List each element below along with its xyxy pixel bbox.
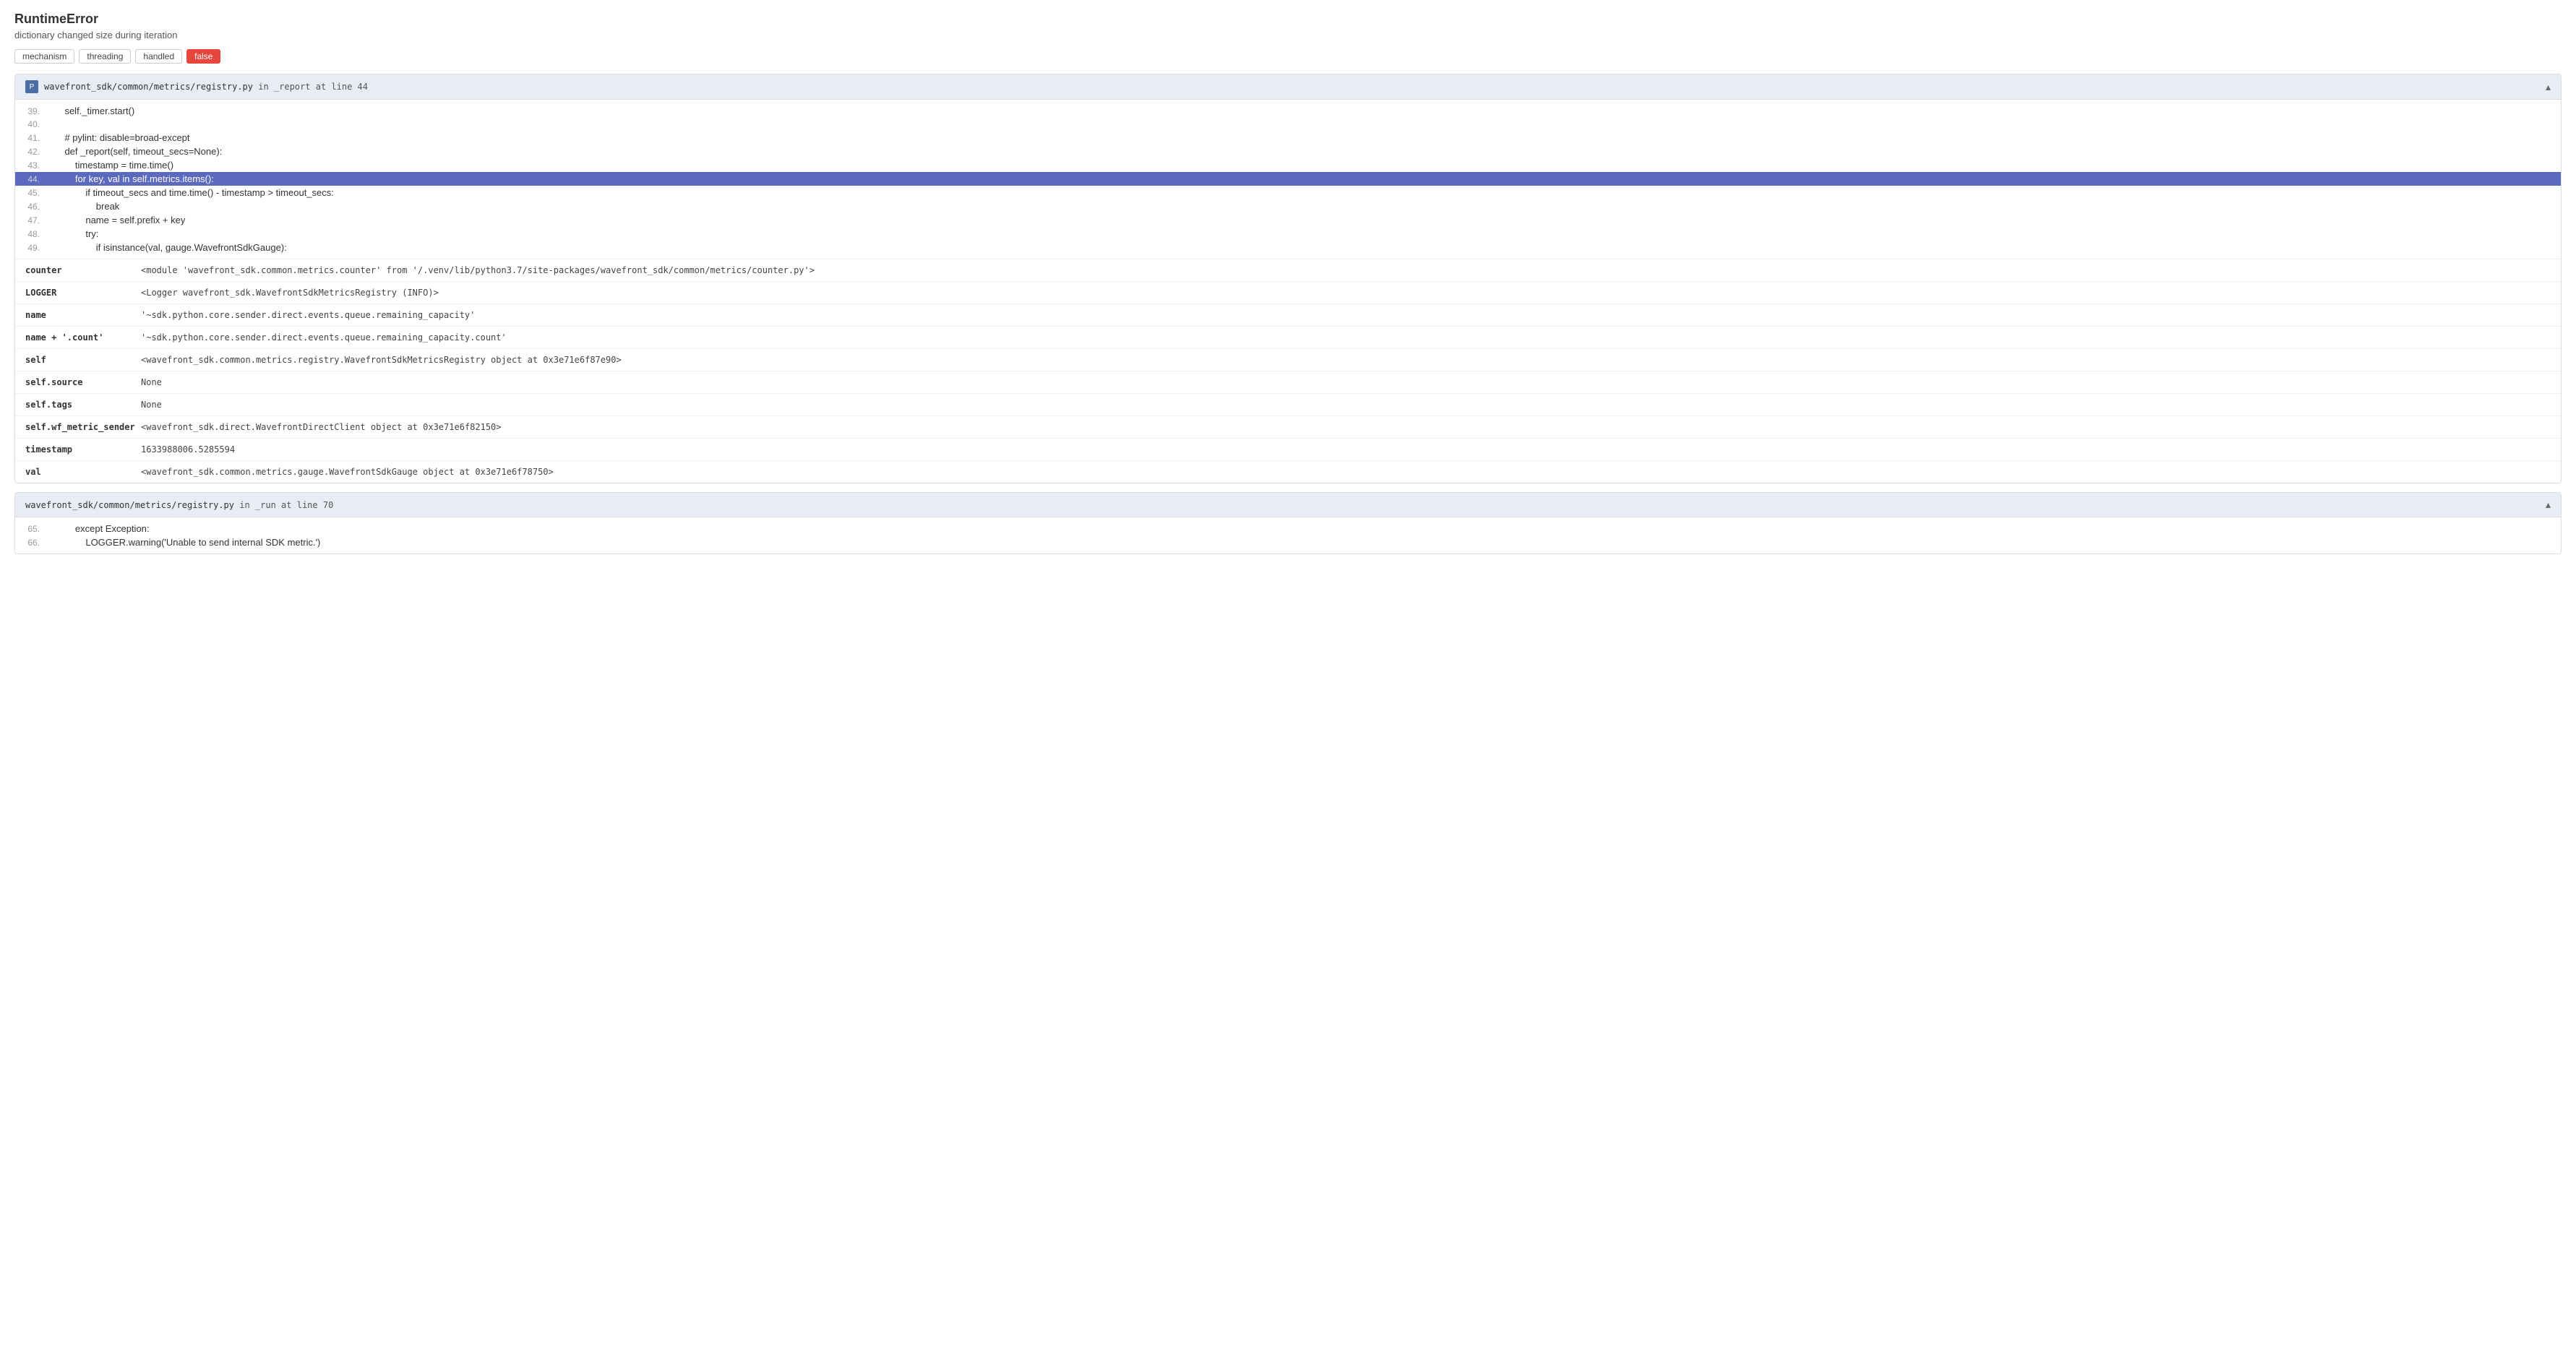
code-line: 43. timestamp = time.time()	[15, 158, 2561, 172]
var-value: <wavefront_sdk.common.metrics.gauge.Wave…	[141, 467, 554, 477]
tag-row: mechanism threading handled false	[14, 49, 2562, 64]
var-name: self.source	[25, 377, 141, 387]
var-name: val	[25, 467, 141, 477]
frame-lineno-1: 44	[358, 82, 368, 92]
frame-header-1: P wavefront_sdk/common/metrics/registry.…	[15, 74, 2561, 100]
code-line: 47. name = self.prefix + key	[15, 213, 2561, 227]
line-code: try:	[51, 228, 98, 239]
line-number: 66.	[15, 538, 51, 548]
var-row: counter<module 'wavefront_sdk.common.met…	[15, 259, 2561, 282]
var-name: name	[25, 310, 141, 320]
code-line: 65. except Exception:	[15, 522, 2561, 535]
line-number: 48.	[15, 229, 51, 239]
var-value: None	[141, 400, 162, 410]
tag-mechanism[interactable]: mechanism	[14, 49, 74, 64]
line-code: self._timer.start()	[51, 106, 134, 116]
frame-path-1: wavefront_sdk/common/metrics/registry.py…	[44, 82, 368, 92]
error-title: RuntimeError	[14, 12, 2562, 27]
var-value: 1633988006.5285594	[141, 444, 235, 455]
line-number: 43.	[15, 160, 51, 171]
line-number: 47.	[15, 215, 51, 225]
line-code: if isinstance(val, gauge.WavefrontSdkGau…	[51, 242, 287, 253]
var-name: self.wf_metric_sender	[25, 422, 141, 432]
frame-at-1: at line	[316, 82, 358, 92]
var-name: counter	[25, 265, 141, 275]
line-code: except Exception:	[51, 523, 150, 534]
frame-function-2: _run	[255, 500, 276, 510]
code-line: 66. LOGGER.warning('Unable to send inter…	[15, 535, 2561, 549]
var-value: None	[141, 377, 162, 387]
code-line: 41. # pylint: disable=broad-except	[15, 131, 2561, 145]
line-code: def _report(self, timeout_secs=None):	[51, 146, 222, 157]
var-name: timestamp	[25, 444, 141, 455]
code-section-2: 65. except Exception:66. LOGGER.warning(…	[15, 517, 2561, 554]
var-value: <wavefront_sdk.direct.WavefrontDirectCli…	[141, 422, 502, 432]
line-code: name = self.prefix + key	[51, 215, 185, 225]
line-code: LOGGER.warning('Unable to send internal …	[51, 537, 320, 548]
line-number: 41.	[15, 133, 51, 143]
line-number: 40.	[15, 119, 51, 129]
var-row: self<wavefront_sdk.common.metrics.regist…	[15, 349, 2561, 371]
page-wrapper: RuntimeError dictionary changed size dur…	[0, 0, 2576, 566]
code-line: 49. if isinstance(val, gauge.WavefrontSd…	[15, 241, 2561, 254]
line-number: 42.	[15, 147, 51, 157]
code-line: 45. if timeout_secs and time.time() - ti…	[15, 186, 2561, 199]
frame-function-1: _report	[274, 82, 311, 92]
tag-false[interactable]: false	[186, 49, 220, 64]
var-name: LOGGER	[25, 288, 141, 298]
frame-lineno-2: 70	[323, 500, 333, 510]
line-number: 44.	[15, 174, 51, 184]
code-line: 39. self._timer.start()	[15, 104, 2561, 118]
frame-path-2: wavefront_sdk/common/metrics/registry.py…	[25, 500, 333, 510]
var-row: LOGGER<Logger wavefront_sdk.WavefrontSdk…	[15, 282, 2561, 304]
code-section-1: 39. self._timer.start()40. 41. # pylint: …	[15, 100, 2561, 259]
tag-handled[interactable]: handled	[135, 49, 182, 64]
code-line: 42. def _report(self, timeout_secs=None)…	[15, 145, 2561, 158]
line-number: 46.	[15, 202, 51, 212]
line-code: # pylint: disable=broad-except	[51, 132, 190, 143]
var-name: name + '.count'	[25, 332, 141, 343]
code-line: 48. try:	[15, 227, 2561, 241]
line-code: break	[51, 201, 119, 212]
line-code: timestamp = time.time()	[51, 160, 173, 171]
var-value: <module 'wavefront_sdk.common.metrics.co…	[141, 265, 815, 275]
line-number: 39.	[15, 106, 51, 116]
var-row: self.wf_metric_sender<wavefront_sdk.dire…	[15, 416, 2561, 439]
var-row: self.sourceNone	[15, 371, 2561, 394]
frame-icon-1: P	[25, 80, 38, 93]
error-subtitle: dictionary changed size during iteration	[14, 30, 2562, 40]
var-row: val<wavefront_sdk.common.metrics.gauge.W…	[15, 461, 2561, 483]
frame-header-2: wavefront_sdk/common/metrics/registry.py…	[15, 493, 2561, 517]
var-name: self	[25, 355, 141, 365]
code-line: 40.	[15, 118, 2561, 131]
var-value: '~sdk.python.core.sender.direct.events.q…	[141, 332, 507, 343]
frame-scroll-btn-2[interactable]: ▴	[2546, 499, 2551, 511]
var-row: name + '.count''~sdk.python.core.sender.…	[15, 327, 2561, 349]
var-name: self.tags	[25, 400, 141, 410]
frame-at-2: at line	[281, 500, 323, 510]
frame-filepath-1: wavefront_sdk/common/metrics/registry.py	[44, 82, 253, 92]
line-code: for key, val in self.metrics.items():	[51, 173, 214, 184]
line-number: 65.	[15, 524, 51, 534]
frame-block-1: P wavefront_sdk/common/metrics/registry.…	[14, 74, 2562, 483]
code-line: 44. for key, val in self.metrics.items()…	[15, 172, 2561, 186]
frame-filepath-2: wavefront_sdk/common/metrics/registry.py	[25, 500, 234, 510]
line-number: 45.	[15, 188, 51, 198]
frame-in-2: in	[239, 500, 255, 510]
line-number: 49.	[15, 243, 51, 253]
var-row: self.tagsNone	[15, 394, 2561, 416]
line-code: if timeout_secs and time.time() - timest…	[51, 187, 334, 198]
var-row: name'~sdk.python.core.sender.direct.even…	[15, 304, 2561, 327]
var-value: <Logger wavefront_sdk.WavefrontSdkMetric…	[141, 288, 439, 298]
var-value: '~sdk.python.core.sender.direct.events.q…	[141, 310, 475, 320]
frame-scroll-btn-1[interactable]: ▴	[2546, 81, 2551, 93]
var-value: <wavefront_sdk.common.metrics.registry.W…	[141, 355, 622, 365]
frame-in-1: in	[258, 82, 274, 92]
var-row: timestamp1633988006.5285594	[15, 439, 2561, 461]
vars-block-1: counter<module 'wavefront_sdk.common.met…	[15, 259, 2561, 483]
code-line: 46. break	[15, 199, 2561, 213]
frame-block-2: wavefront_sdk/common/metrics/registry.py…	[14, 492, 2562, 554]
tag-threading[interactable]: threading	[79, 49, 131, 64]
